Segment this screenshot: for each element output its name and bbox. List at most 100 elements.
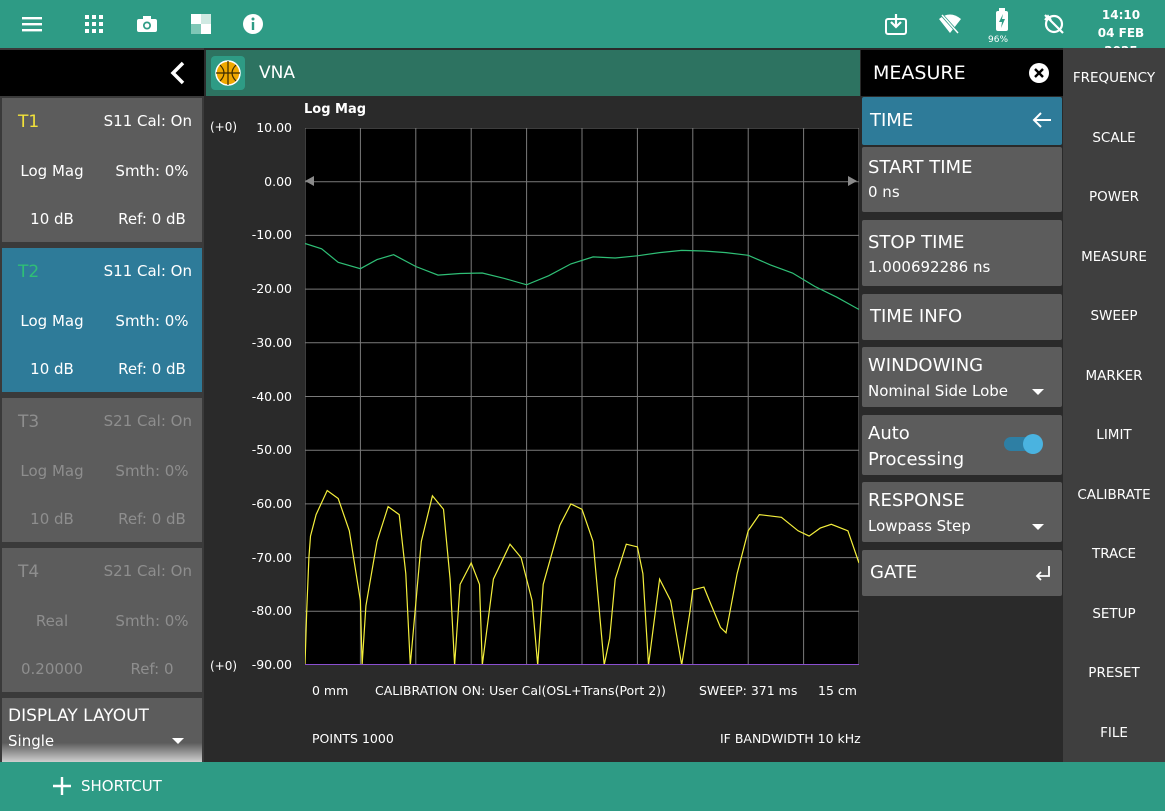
measure-panel-header: MEASURE — [861, 50, 1063, 96]
nav-item-trace[interactable]: TRACE — [1063, 546, 1165, 562]
trace-format: Log Mag — [20, 312, 84, 330]
collapse-panel-bar[interactable] — [0, 50, 204, 96]
trace-smoothing: Smth: 0% — [115, 462, 189, 480]
start-time-value: 0 ns — [868, 183, 900, 201]
points-count: POINTS 1000 — [312, 731, 394, 746]
display-layout-value: Single — [8, 732, 55, 750]
stop-time-label: STOP TIME — [868, 232, 965, 253]
display-layout-label: DISPLAY LAYOUT — [8, 706, 149, 726]
time-menu-header[interactable]: TIME — [862, 97, 1062, 145]
time-info-button[interactable]: TIME INFO — [862, 294, 1062, 340]
windowing-dropdown[interactable]: WINDOWING Nominal Side Lobe — [862, 347, 1062, 407]
trace-cal-status: S21 Cal: On — [103, 562, 192, 580]
trace-name: T3 — [18, 412, 40, 432]
trace-card-t3[interactable]: T3 S21 Cal: On Log Mag Smth: 0% 10 dB Re… — [2, 398, 202, 542]
menu-icon[interactable] — [19, 10, 47, 38]
y-tick-label: 10.00 — [256, 120, 292, 135]
calibration-status: CALIBRATION ON: User Cal(OSL+Trans(Port … — [375, 683, 666, 698]
bottom-bar: SHORTCUT — [0, 762, 1165, 811]
dropdown-arrow-icon — [1032, 524, 1044, 530]
trace-card-t4[interactable]: T4 S21 Cal: On Real Smth: 0% 0.20000 Ref… — [2, 548, 202, 692]
ref-arrow-right-icon[interactable] — [847, 175, 859, 187]
sweep-time: SWEEP: 371 ms — [699, 683, 798, 698]
start-time-label: START TIME — [868, 157, 973, 178]
enter-icon — [1035, 566, 1050, 581]
wifi-off-icon[interactable] — [936, 10, 964, 38]
trace-card-t2[interactable]: T2 S11 Cal: On Log Mag Smth: 0% 10 dB Re… — [2, 248, 202, 392]
chart-format-label: Log Mag — [304, 102, 367, 117]
ref-marker-bottom: (+0) — [210, 659, 238, 673]
nav-item-scale[interactable]: SCALE — [1063, 130, 1165, 146]
nav-item-power[interactable]: POWER — [1063, 189, 1165, 205]
auto-processing-toggle[interactable] — [1004, 434, 1043, 454]
ref-arrow-left-icon[interactable] — [303, 175, 315, 187]
y-tick-label: 0.00 — [264, 173, 292, 189]
camera-icon[interactable] — [133, 10, 161, 38]
trace-name: T1 — [18, 112, 40, 132]
sync-disabled-icon[interactable] — [1040, 10, 1068, 38]
time-info-label: TIME INFO — [870, 306, 963, 327]
nav-item-sweep[interactable]: SWEEP — [1063, 308, 1165, 324]
auto-processing-line1: Auto — [868, 423, 910, 444]
response-dropdown[interactable]: RESPONSE Lowpass Step — [862, 482, 1062, 542]
y-tick-label: -40.00 — [251, 388, 292, 404]
dropdown-arrow-icon — [1032, 389, 1044, 395]
auto-processing-row[interactable]: Auto Processing — [862, 415, 1062, 475]
display-layout-dropdown[interactable]: DISPLAY LAYOUT Single — [2, 698, 202, 762]
right-navigation — [1063, 48, 1165, 762]
trace-scale: 10 dB — [30, 510, 74, 528]
trace-cal-status: S11 Cal: On — [103, 112, 192, 130]
nav-item-preset[interactable]: PRESET — [1063, 665, 1165, 681]
shortcut-button[interactable]: SHORTCUT — [81, 777, 162, 795]
close-icon[interactable] — [1029, 63, 1049, 83]
nav-item-file[interactable]: FILE — [1063, 725, 1165, 741]
nav-item-limit[interactable]: LIMIT — [1063, 427, 1165, 443]
clock-time: 14:10 — [1101, 8, 1141, 22]
trace-format: Log Mag — [20, 462, 84, 480]
apps-grid-icon[interactable] — [80, 10, 108, 38]
nav-item-measure[interactable]: MEASURE — [1063, 249, 1165, 265]
trace-scale: 10 dB — [30, 360, 74, 378]
trace-format: Log Mag — [20, 162, 84, 180]
trace-card-t1[interactable]: T1 S11 Cal: On Log Mag Smth: 0% 10 dB Re… — [2, 98, 202, 242]
stop-time-button[interactable]: STOP TIME 1.000692286 ns — [862, 220, 1062, 286]
y-tick-label: -70.00 — [251, 549, 292, 565]
battery-percentage: 96% — [988, 35, 1009, 45]
info-icon[interactable] — [239, 10, 267, 38]
arrow-back-icon[interactable] — [1032, 111, 1052, 129]
download-icon[interactable] — [882, 10, 910, 38]
nav-item-marker[interactable]: MARKER — [1063, 368, 1165, 384]
trace-ref: Ref: 0 — [130, 660, 174, 678]
y-tick-label: -50.00 — [251, 442, 292, 458]
screen-layout-icon[interactable] — [187, 10, 215, 38]
plot-svg — [304, 127, 860, 666]
trace-scale: 10 dB — [30, 210, 74, 228]
gate-button[interactable]: GATE — [862, 550, 1062, 596]
vna-app-logo — [211, 56, 245, 90]
plot-area[interactable] — [304, 127, 860, 666]
windowing-value: Nominal Side Lobe — [868, 382, 1009, 400]
trace-smoothing: Smth: 0% — [115, 612, 189, 630]
start-time-button[interactable]: START TIME 0 ns — [862, 147, 1062, 212]
nav-item-calibrate[interactable]: CALIBRATE — [1063, 487, 1165, 503]
plus-icon[interactable] — [52, 776, 72, 796]
dropdown-arrow-icon — [172, 738, 184, 744]
trace-name: T2 — [18, 262, 40, 282]
y-tick-label: -60.00 — [251, 495, 292, 511]
battery-icon — [988, 6, 1016, 34]
chart-header: VNA — [206, 50, 860, 96]
x-start-label: 0 mm — [312, 683, 349, 698]
toggle-knob — [1023, 434, 1043, 454]
trace-cal-status: S21 Cal: On — [103, 412, 192, 430]
trace-ref: Ref: 0 dB — [118, 360, 186, 378]
nav-item-setup[interactable]: SETUP — [1063, 606, 1165, 622]
response-value: Lowpass Step — [868, 517, 971, 535]
y-tick-label: -10.00 — [251, 227, 292, 243]
time-menu-label: TIME — [870, 110, 914, 131]
nav-item-frequency[interactable]: FREQUENCY — [1063, 70, 1165, 86]
top-status-bar: 96% 14:10 04 FEB 2025 — [0, 0, 1165, 58]
y-tick-label: -30.00 — [251, 334, 292, 350]
stop-time-value: 1.000692286 ns — [868, 258, 991, 276]
trace-smoothing: Smth: 0% — [115, 162, 189, 180]
chevron-left-icon[interactable] — [168, 61, 188, 85]
